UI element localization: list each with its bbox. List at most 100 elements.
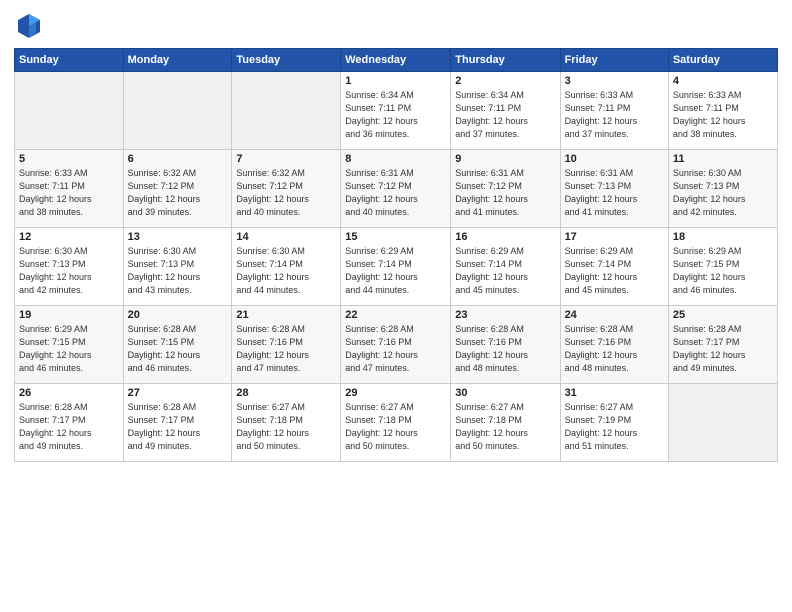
week-row-2: 5Sunrise: 6:33 AM Sunset: 7:11 PM Daylig… — [15, 150, 778, 228]
day-number: 7 — [236, 153, 336, 165]
day-number: 31 — [565, 387, 664, 399]
day-number: 28 — [236, 387, 336, 399]
calendar-cell: 28 Sunrise: 6:27 AM Sunset: 7:18 PM Dayli… — [232, 384, 341, 462]
day-info: Sunrise: 6:27 AM Sunset: 7:18 PM Dayligh… — [345, 401, 446, 453]
day-number: 1 — [345, 75, 446, 87]
day-info: Sunrise: 6:30 AM Sunset: 7:14 PM Dayligh… — [236, 245, 336, 297]
calendar-cell: 1 Sunrise: 6:34 AM Sunset: 7:11 PM Daylig… — [341, 72, 451, 150]
day-number: 23 — [455, 309, 555, 321]
day-number: 8 — [345, 153, 446, 165]
calendar-cell: 3 Sunrise: 6:33 AM Sunset: 7:11 PM Daylig… — [560, 72, 668, 150]
calendar-header-row: SundayMondayTuesdayWednesdayThursdayFrid… — [15, 49, 778, 72]
day-info: Sunrise: 6:28 AM Sunset: 7:16 PM Dayligh… — [455, 323, 555, 375]
day-number: 30 — [455, 387, 555, 399]
week-row-1: 1 Sunrise: 6:34 AM Sunset: 7:11 PM Daylig… — [15, 72, 778, 150]
day-number: 13 — [128, 231, 228, 243]
calendar-page: SundayMondayTuesdayWednesdayThursdayFrid… — [0, 0, 792, 612]
day-info: Sunrise: 6:28 AM Sunset: 7:17 PM Dayligh… — [19, 401, 119, 453]
day-header-wednesday: Wednesday — [341, 49, 451, 72]
day-info: Sunrise: 6:29 AM Sunset: 7:14 PM Dayligh… — [345, 245, 446, 297]
day-info: Sunrise: 6:27 AM Sunset: 7:19 PM Dayligh… — [565, 401, 664, 453]
day-number: 19 — [19, 309, 119, 321]
day-info: Sunrise: 6:34 AM Sunset: 7:11 PM Dayligh… — [455, 89, 555, 141]
day-number: 18 — [673, 231, 773, 243]
day-header-thursday: Thursday — [451, 49, 560, 72]
calendar-cell: 7 Sunrise: 6:32 AM Sunset: 7:12 PM Daylig… — [232, 150, 341, 228]
calendar-cell: 19 Sunrise: 6:29 AM Sunset: 7:15 PM Dayli… — [15, 306, 124, 384]
calendar-cell: 24 Sunrise: 6:28 AM Sunset: 7:16 PM Dayli… — [560, 306, 668, 384]
calendar-cell: 20Sunrise: 6:28 AM Sunset: 7:15 PM Dayli… — [123, 306, 232, 384]
header — [14, 10, 778, 40]
week-row-5: 26 Sunrise: 6:28 AM Sunset: 7:17 PM Dayli… — [15, 384, 778, 462]
week-row-4: 19 Sunrise: 6:29 AM Sunset: 7:15 PM Dayli… — [15, 306, 778, 384]
logo-icon — [14, 10, 44, 40]
day-number: 9 — [455, 153, 555, 165]
logo — [14, 10, 48, 40]
day-number: 15 — [345, 231, 446, 243]
day-info: Sunrise: 6:27 AM Sunset: 7:18 PM Dayligh… — [236, 401, 336, 453]
day-number: 25 — [673, 309, 773, 321]
day-number: 14 — [236, 231, 336, 243]
day-info: Sunrise: 6:31 AM Sunset: 7:12 PM Dayligh… — [345, 167, 446, 219]
day-info: Sunrise: 6:28 AM Sunset: 7:17 PM Dayligh… — [673, 323, 773, 375]
calendar-cell: 2 Sunrise: 6:34 AM Sunset: 7:11 PM Daylig… — [451, 72, 560, 150]
day-number: 12 — [19, 231, 119, 243]
calendar-cell: 22 Sunrise: 6:28 AM Sunset: 7:16 PM Dayli… — [341, 306, 451, 384]
calendar-cell: 26 Sunrise: 6:28 AM Sunset: 7:17 PM Dayli… — [15, 384, 124, 462]
calendar-cell: 11 Sunrise: 6:30 AM Sunset: 7:13 PM Dayli… — [668, 150, 777, 228]
day-info: Sunrise: 6:28 AM Sunset: 7:17 PM Dayligh… — [128, 401, 228, 453]
calendar-cell: 23 Sunrise: 6:28 AM Sunset: 7:16 PM Dayli… — [451, 306, 560, 384]
day-number: 22 — [345, 309, 446, 321]
day-number: 6 — [128, 153, 228, 165]
calendar-cell: 29 Sunrise: 6:27 AM Sunset: 7:18 PM Dayli… — [341, 384, 451, 462]
calendar-cell — [123, 72, 232, 150]
calendar-cell: 8 Sunrise: 6:31 AM Sunset: 7:12 PM Daylig… — [341, 150, 451, 228]
calendar-cell: 17 Sunrise: 6:29 AM Sunset: 7:14 PM Dayli… — [560, 228, 668, 306]
day-number: 16 — [455, 231, 555, 243]
calendar-cell: 9 Sunrise: 6:31 AM Sunset: 7:12 PM Daylig… — [451, 150, 560, 228]
day-number: 24 — [565, 309, 664, 321]
day-info: Sunrise: 6:31 AM Sunset: 7:12 PM Dayligh… — [455, 167, 555, 219]
calendar-cell: 21 Sunrise: 6:28 AM Sunset: 7:16 PM Dayli… — [232, 306, 341, 384]
calendar-cell: 25 Sunrise: 6:28 AM Sunset: 7:17 PM Dayli… — [668, 306, 777, 384]
day-header-tuesday: Tuesday — [232, 49, 341, 72]
day-number: 26 — [19, 387, 119, 399]
day-info: Sunrise: 6:33 AM Sunset: 7:11 PM Dayligh… — [19, 167, 119, 219]
day-number: 3 — [565, 75, 664, 87]
calendar-cell: 30 Sunrise: 6:27 AM Sunset: 7:18 PM Dayli… — [451, 384, 560, 462]
calendar-cell: 4Sunrise: 6:33 AM Sunset: 7:11 PM Daylig… — [668, 72, 777, 150]
day-header-saturday: Saturday — [668, 49, 777, 72]
day-header-sunday: Sunday — [15, 49, 124, 72]
day-number: 11 — [673, 153, 773, 165]
day-info: Sunrise: 6:31 AM Sunset: 7:13 PM Dayligh… — [565, 167, 664, 219]
day-info: Sunrise: 6:32 AM Sunset: 7:12 PM Dayligh… — [236, 167, 336, 219]
calendar-cell: 10 Sunrise: 6:31 AM Sunset: 7:13 PM Dayli… — [560, 150, 668, 228]
day-info: Sunrise: 6:27 AM Sunset: 7:18 PM Dayligh… — [455, 401, 555, 453]
calendar-cell: 6Sunrise: 6:32 AM Sunset: 7:12 PM Daylig… — [123, 150, 232, 228]
calendar-cell: 16Sunrise: 6:29 AM Sunset: 7:14 PM Dayli… — [451, 228, 560, 306]
day-info: Sunrise: 6:33 AM Sunset: 7:11 PM Dayligh… — [565, 89, 664, 141]
day-info: Sunrise: 6:29 AM Sunset: 7:15 PM Dayligh… — [19, 323, 119, 375]
calendar-cell: 12 Sunrise: 6:30 AM Sunset: 7:13 PM Dayli… — [15, 228, 124, 306]
day-info: Sunrise: 6:29 AM Sunset: 7:14 PM Dayligh… — [565, 245, 664, 297]
day-info: Sunrise: 6:30 AM Sunset: 7:13 PM Dayligh… — [19, 245, 119, 297]
day-number: 29 — [345, 387, 446, 399]
day-number: 20 — [128, 309, 228, 321]
calendar-table: SundayMondayTuesdayWednesdayThursdayFrid… — [14, 48, 778, 462]
day-info: Sunrise: 6:28 AM Sunset: 7:16 PM Dayligh… — [345, 323, 446, 375]
day-number: 10 — [565, 153, 664, 165]
calendar-cell: 13 Sunrise: 6:30 AM Sunset: 7:13 PM Dayli… — [123, 228, 232, 306]
calendar-cell — [232, 72, 341, 150]
day-number: 17 — [565, 231, 664, 243]
day-info: Sunrise: 6:28 AM Sunset: 7:16 PM Dayligh… — [565, 323, 664, 375]
day-info: Sunrise: 6:28 AM Sunset: 7:16 PM Dayligh… — [236, 323, 336, 375]
day-info: Sunrise: 6:30 AM Sunset: 7:13 PM Dayligh… — [128, 245, 228, 297]
day-info: Sunrise: 6:29 AM Sunset: 7:15 PM Dayligh… — [673, 245, 773, 297]
day-info: Sunrise: 6:34 AM Sunset: 7:11 PM Dayligh… — [345, 89, 446, 141]
day-number: 21 — [236, 309, 336, 321]
calendar-cell: 15 Sunrise: 6:29 AM Sunset: 7:14 PM Dayli… — [341, 228, 451, 306]
day-info: Sunrise: 6:30 AM Sunset: 7:13 PM Dayligh… — [673, 167, 773, 219]
calendar-cell: 27Sunrise: 6:28 AM Sunset: 7:17 PM Dayli… — [123, 384, 232, 462]
day-number: 2 — [455, 75, 555, 87]
calendar-cell: 31 Sunrise: 6:27 AM Sunset: 7:19 PM Dayli… — [560, 384, 668, 462]
